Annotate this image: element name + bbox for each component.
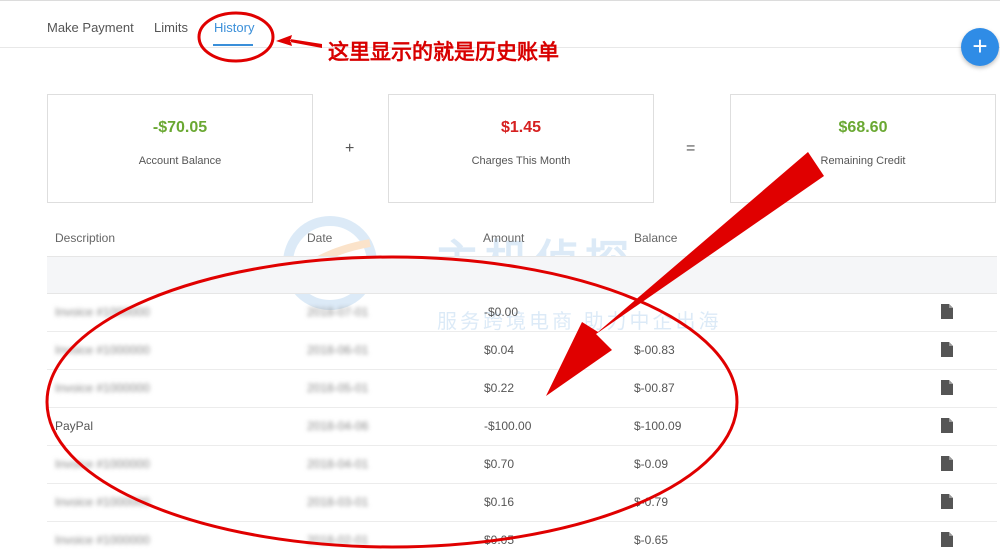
row-date: 2018-05-01 — [307, 381, 369, 395]
document-icon[interactable] — [941, 456, 953, 471]
document-icon[interactable] — [941, 380, 953, 395]
row-description: PayPal — [55, 419, 94, 433]
table-filter-row — [47, 256, 997, 294]
annotation-text: 这里显示的就是历史账单 — [328, 40, 559, 64]
charges-amount: $1.45 — [500, 119, 542, 136]
account-balance-label: Account Balance — [138, 155, 222, 167]
row-date: 2018-06-01 — [307, 343, 369, 357]
row-date: 2018-03-01 — [307, 495, 369, 509]
account-balance-card: -$70.05 Account Balance — [47, 94, 313, 203]
document-icon[interactable] — [941, 304, 953, 319]
row-description: Invoice #1000000 — [55, 381, 150, 395]
document-icon[interactable] — [941, 342, 953, 357]
row-date: 2018-04-01 — [307, 457, 369, 471]
table-row[interactable]: Invoice #1000000 2018-03-01 $0.16 $-0.79 — [47, 484, 997, 522]
column-header-amount[interactable]: Amount — [483, 231, 524, 245]
table-row[interactable]: Invoice #1000000 2018-04-01 $0.70 $-0.09 — [47, 446, 997, 484]
table-row[interactable]: Invoice #1000000 2018-05-01 $0.22 $-00.8… — [47, 370, 997, 408]
table-row[interactable]: Invoice #1000000 2018-02-01 $0.05 $-0.65 — [47, 522, 997, 550]
row-amount: $0.70 — [484, 457, 515, 471]
row-balance: $-00.83 — [634, 343, 675, 357]
row-balance: $-00.87 — [634, 381, 675, 395]
document-icon[interactable] — [941, 418, 953, 433]
row-description: Invoice #1000000 — [55, 533, 150, 547]
remaining-credit-card: $68.60 Remaining Credit — [730, 94, 996, 203]
charges-label: Charges This Month — [471, 155, 571, 167]
row-description: Invoice #1000000 — [55, 343, 150, 357]
row-amount: -$100.00 — [484, 419, 532, 433]
column-header-balance[interactable]: Balance — [634, 231, 677, 245]
row-amount: $0.22 — [484, 381, 515, 395]
add-button[interactable]: + — [961, 28, 999, 66]
row-description: Invoice #1000000 — [55, 305, 150, 319]
row-amount: -$0.00 — [484, 305, 519, 319]
tab-make-payment[interactable]: Make Payment — [47, 20, 134, 35]
column-header-description[interactable]: Description — [55, 231, 115, 245]
table-row[interactable]: PayPal 2018-04-06 -$100.00 $-100.09 — [47, 408, 997, 446]
remaining-credit-amount: $68.60 — [838, 119, 888, 136]
active-tab-indicator — [213, 44, 253, 46]
row-balance: $-0.09 — [634, 457, 669, 471]
column-header-date[interactable]: Date — [307, 231, 332, 245]
row-amount: $0.04 — [484, 343, 515, 357]
row-date: 2018-07-01 — [307, 305, 369, 319]
remaining-credit-label: Remaining Credit — [820, 155, 906, 167]
row-balance: $-100.09 — [634, 419, 682, 433]
charges-card: $1.45 Charges This Month — [388, 94, 654, 203]
tab-limits[interactable]: Limits — [154, 20, 188, 35]
row-balance: $-0.65 — [634, 533, 669, 547]
row-description: Invoice #1000000 — [55, 457, 150, 471]
document-icon[interactable] — [941, 494, 953, 509]
document-icon[interactable] — [941, 532, 953, 547]
row-date: 2018-04-06 — [307, 419, 369, 433]
row-amount: $0.05 — [484, 533, 515, 547]
tab-history[interactable]: History — [214, 20, 254, 35]
row-balance: $-0.79 — [634, 495, 669, 509]
row-date: 2018-02-01 — [307, 533, 369, 547]
plus-operator: + — [345, 140, 355, 157]
row-description: Invoice #1000000 — [55, 495, 150, 509]
equals-operator: = — [686, 140, 696, 157]
table-row[interactable]: Invoice #1000000 2018-07-01 -$0.00 — [47, 294, 997, 332]
row-amount: $0.16 — [484, 495, 515, 509]
table-row[interactable]: Invoice #1000000 2018-06-01 $0.04 $-00.8… — [47, 332, 997, 370]
account-balance-amount: -$70.05 — [152, 119, 208, 136]
